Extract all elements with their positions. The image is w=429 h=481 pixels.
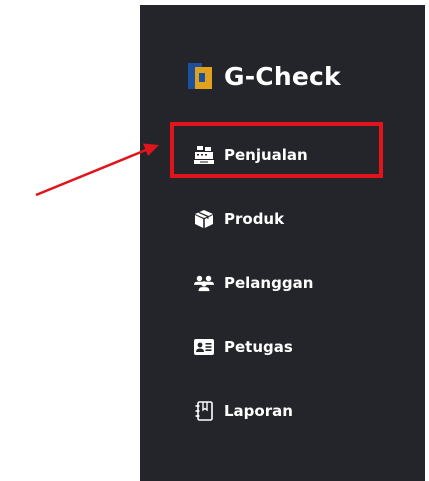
annotation-arrow <box>35 143 159 197</box>
screenshot-stage: G-Check Penjualan Produk Pelanggan Petug… <box>0 0 429 481</box>
